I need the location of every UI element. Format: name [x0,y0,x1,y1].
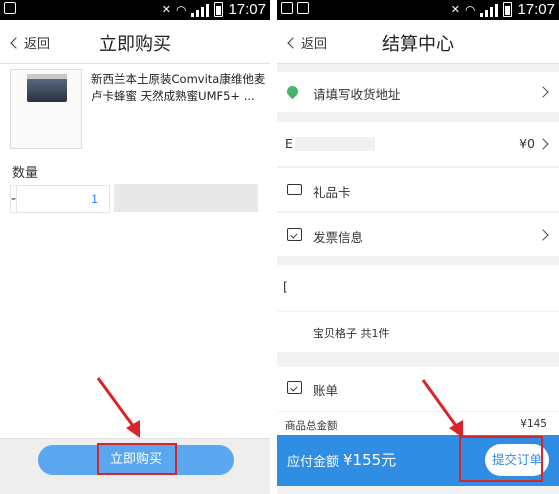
mute-icon: ✕ [161,3,171,16]
amount-due-value: ¥155元 [343,451,397,469]
coupon-value: ¥0 [519,136,535,151]
gift-card-label: 礼品卡 [313,185,351,200]
blurred-area [295,137,375,151]
status-bar: ✕ ◠ 17:07 [0,0,270,20]
bill-label: 账单 [313,383,339,398]
quantity-label: 数量 [12,166,39,181]
nav-bar: 返回 立即购买 [0,20,270,64]
product-name: 新西兰本土原装Comvita康维他麦卢卡蜂蜜 天然成熟蜜UMF5+ ... [91,72,266,103]
wifi-icon: ◠ [464,2,476,17]
invoice-label: 发票信息 [313,230,364,245]
page-title: 立即购买 [99,34,171,55]
panel-divider [270,0,277,494]
right-screen: ✕ ◠ 17:07 返回 结算中心 请填写收货地址 E ¥0 礼品卡 发票信息 … [277,0,559,494]
subtotal-row: 商品总金额 ¥145 [277,412,559,436]
notification-icon [281,2,293,14]
page-title: 结算中心 [382,34,454,55]
gift-card-row[interactable]: 礼品卡 [277,167,559,211]
notification-icon [4,2,16,14]
submit-order-button[interactable]: 提交订单 [485,444,549,476]
status-time: 17:07 [517,1,555,18]
battery-icon [503,2,513,17]
shop-row: [ [277,265,559,311]
battery-icon [214,2,224,17]
buy-now-button[interactable]: 立即购买 [38,445,234,475]
bill-row: 账单 [277,367,559,411]
mute-icon: ✕ [450,3,460,16]
product-image [10,69,82,149]
product-card[interactable]: 新西兰本土原装Comvita康维他麦卢卡蜂蜜 天然成熟蜜UMF5+ ... [10,64,265,149]
status-time: 17:07 [228,1,266,18]
items-label: 宝贝格子 共1件 [313,327,390,340]
invoice-row[interactable]: 发票信息 [277,212,559,256]
address-label: 请填写收货地址 [313,87,401,102]
amount-due-label: 应付金额 [287,455,340,470]
address-row[interactable]: 请填写收货地址 [277,72,559,112]
payment-bar: 应付金额 ¥155元 提交订单 [277,435,559,486]
subtotal-value: ¥145 [520,418,547,430]
nav-bar: 返回 结算中心 [277,20,559,64]
chevron-right-icon [537,229,549,241]
gift-card-icon [287,184,302,195]
invoice-icon [287,228,302,241]
bill-icon [287,381,302,394]
status-bar: ✕ ◠ 17:07 [277,0,559,20]
quantity-stepper: - [10,185,173,213]
coupon-label: E [285,136,293,151]
blurred-area [114,184,258,212]
buy-now-label: 立即购买 [109,452,162,467]
chevron-right-icon [537,86,549,98]
image-icon [297,2,309,14]
left-screen: ✕ ◠ 17:07 返回 立即购买 新西兰本土原装Comvita康维他麦卢卡蜂蜜… [0,0,270,494]
chevron-right-icon [537,138,549,150]
location-pin-icon [284,83,301,100]
shop-label: [ [283,279,288,294]
coupon-row[interactable]: E ¥0 [277,122,559,166]
signal-icon [191,3,210,17]
subtotal-label: 商品总金额 [285,420,338,432]
submit-order-label: 提交订单 [491,452,542,467]
wifi-icon: ◠ [175,2,187,17]
signal-icon [480,3,499,17]
items-row[interactable]: 宝贝格子 共1件 [277,312,559,352]
